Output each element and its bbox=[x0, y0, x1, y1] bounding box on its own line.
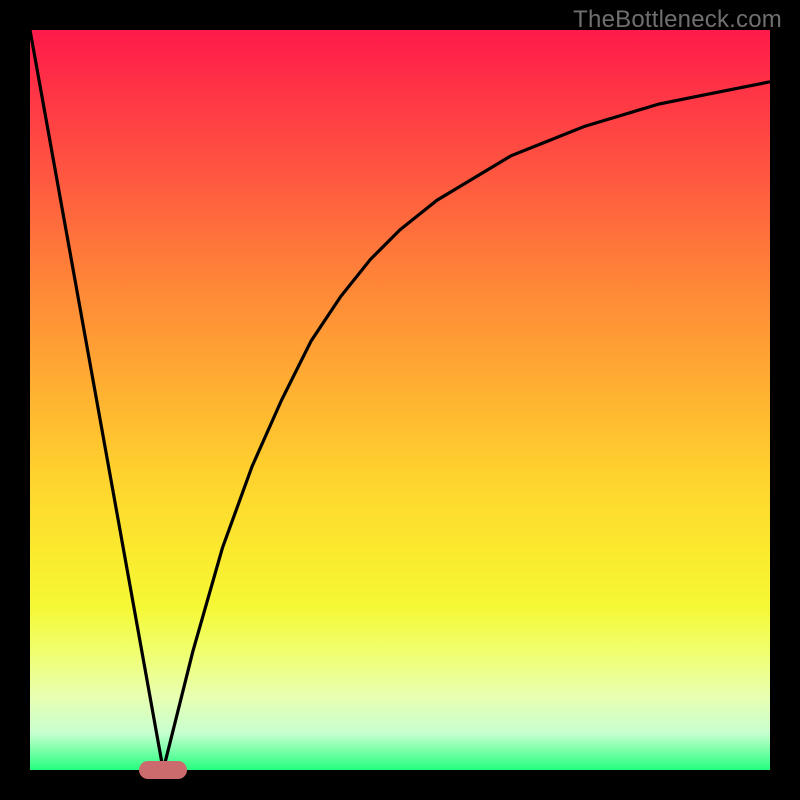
curve-path bbox=[30, 30, 770, 770]
sweet-spot-marker bbox=[139, 761, 187, 779]
plot-area bbox=[30, 30, 770, 770]
watermark-text: TheBottleneck.com bbox=[573, 6, 782, 34]
bottleneck-curve bbox=[30, 30, 770, 770]
